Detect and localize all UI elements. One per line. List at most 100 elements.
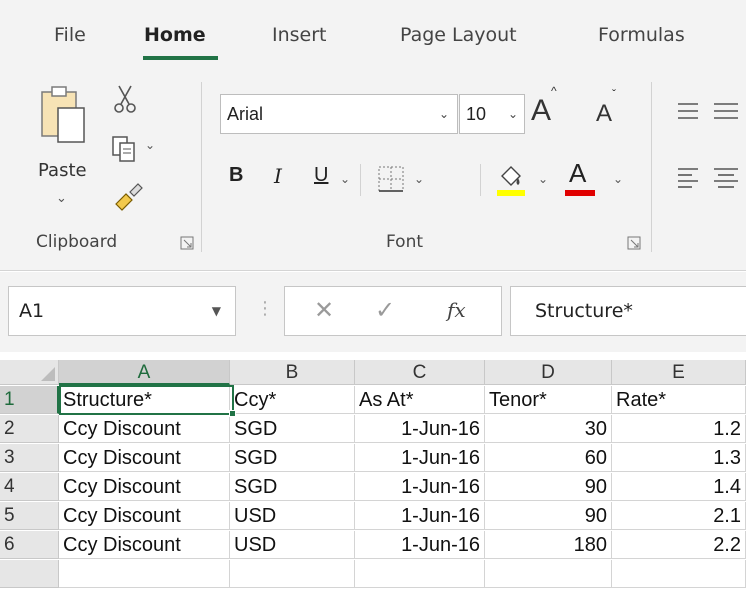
- worksheet-grid: A B C D E 1 Structure* Ccy* As At* Tenor…: [0, 360, 746, 601]
- paste-icon[interactable]: [40, 84, 86, 146]
- font-name-combobox[interactable]: Arial ⌄: [220, 94, 458, 134]
- cell-c3[interactable]: 1-Jun-16: [355, 444, 485, 472]
- tab-home[interactable]: Home: [144, 24, 206, 46]
- cell-e4[interactable]: 1.4: [612, 473, 746, 501]
- cell-d1[interactable]: Tenor*: [485, 386, 612, 414]
- cell-a4[interactable]: Ccy Discount: [59, 473, 230, 501]
- cell-b7[interactable]: [230, 560, 355, 588]
- cell-b3[interactable]: SGD: [230, 444, 355, 472]
- cell-b1[interactable]: Ccy*: [230, 386, 355, 414]
- cell-b5[interactable]: USD: [230, 502, 355, 530]
- cell-a5[interactable]: Ccy Discount: [59, 502, 230, 530]
- cell-a3[interactable]: Ccy Discount: [59, 444, 230, 472]
- column-header-b[interactable]: B: [230, 360, 355, 385]
- cell-e7[interactable]: [612, 560, 746, 588]
- font-size-chevron-icon[interactable]: ⌄: [508, 107, 518, 121]
- cell-c6[interactable]: 1-Jun-16: [355, 531, 485, 559]
- align-middle-icon[interactable]: [712, 100, 742, 124]
- cell-a1[interactable]: Structure*: [59, 386, 230, 414]
- formula-bar-resize-handle-icon[interactable]: ⋮: [256, 298, 274, 319]
- align-top-icon[interactable]: [676, 100, 706, 124]
- cell-c2[interactable]: 1-Jun-16: [355, 415, 485, 443]
- format-painter-icon[interactable]: [112, 178, 146, 212]
- tab-formulas[interactable]: Formulas: [598, 24, 685, 46]
- font-size-combobox[interactable]: 10 ⌄: [459, 94, 525, 134]
- cell-e1[interactable]: Rate*: [612, 386, 746, 414]
- cell-a6[interactable]: Ccy Discount: [59, 531, 230, 559]
- cell-b2[interactable]: SGD: [230, 415, 355, 443]
- cell-d4[interactable]: 90: [485, 473, 612, 501]
- group-separator: [651, 82, 652, 252]
- cell-b4[interactable]: SGD: [230, 473, 355, 501]
- underline-chevron-icon[interactable]: ⌄: [340, 172, 350, 186]
- cell-c7[interactable]: [355, 560, 485, 588]
- cell-e2[interactable]: 1.2: [612, 415, 746, 443]
- cell-d2[interactable]: 30: [485, 415, 612, 443]
- ribbon: File Home Insert Page Layout Formulas Pa…: [0, 0, 746, 271]
- font-name-value: Arial: [227, 104, 264, 124]
- cell-d3[interactable]: 60: [485, 444, 612, 472]
- borders-icon[interactable]: [376, 164, 406, 194]
- insert-function-button[interactable]: fx: [447, 298, 466, 322]
- font-color-button[interactable]: A: [569, 158, 586, 189]
- row-header-6[interactable]: 6: [0, 531, 59, 559]
- cell-d7[interactable]: [485, 560, 612, 588]
- cell-d6[interactable]: 180: [485, 531, 612, 559]
- enter-check-icon[interactable]: ✓: [375, 296, 395, 325]
- column-header-a[interactable]: A: [59, 360, 230, 385]
- fill-color-icon[interactable]: [494, 160, 528, 198]
- column-header-d[interactable]: D: [485, 360, 612, 385]
- name-box[interactable]: A1 ▼: [8, 286, 236, 336]
- cell-b6[interactable]: USD: [230, 531, 355, 559]
- row-header-4[interactable]: 4: [0, 473, 59, 501]
- font-dialog-launcher-icon[interactable]: [627, 236, 641, 250]
- cell-a2[interactable]: Ccy Discount: [59, 415, 230, 443]
- row-header-1[interactable]: 1: [0, 386, 59, 414]
- font-separator: [480, 164, 481, 196]
- row-header-5[interactable]: 5: [0, 502, 59, 530]
- cell-c5[interactable]: 1-Jun-16: [355, 502, 485, 530]
- select-all-corner[interactable]: [0, 360, 59, 385]
- font-name-chevron-icon[interactable]: ⌄: [439, 107, 449, 121]
- font-size-value: 10: [466, 104, 487, 124]
- align-left-icon[interactable]: [676, 166, 706, 190]
- cut-icon[interactable]: [112, 84, 138, 114]
- fill-color-chevron-icon[interactable]: ⌄: [538, 172, 548, 186]
- formula-input[interactable]: Structure*: [510, 286, 746, 336]
- row-header-3[interactable]: 3: [0, 444, 59, 472]
- column-header-c[interactable]: C: [355, 360, 485, 385]
- row-header-2[interactable]: 2: [0, 415, 59, 443]
- bold-button[interactable]: B: [229, 164, 243, 187]
- font-color-chevron-icon[interactable]: ⌄: [613, 172, 623, 186]
- font-separator: [360, 164, 361, 196]
- underline-button[interactable]: U: [314, 164, 328, 187]
- column-header-e[interactable]: E: [612, 360, 746, 385]
- cell-e6[interactable]: 2.2: [612, 531, 746, 559]
- name-box-chevron-icon[interactable]: ▼: [212, 304, 221, 318]
- cell-d5[interactable]: 90: [485, 502, 612, 530]
- tab-page-layout[interactable]: Page Layout: [400, 24, 517, 46]
- name-box-value: A1: [19, 300, 45, 322]
- paste-button[interactable]: Paste: [38, 160, 87, 181]
- row-header-7[interactable]: [0, 560, 59, 588]
- align-center-icon[interactable]: [712, 166, 742, 190]
- cell-a7[interactable]: [59, 560, 230, 588]
- active-tab-indicator: [143, 56, 218, 60]
- font-group-label: Font: [386, 232, 424, 252]
- tab-insert[interactable]: Insert: [272, 24, 327, 46]
- tab-file[interactable]: File: [54, 24, 86, 46]
- paste-dropdown-chevron-icon[interactable]: ⌄: [56, 190, 67, 206]
- increase-font-size-button[interactable]: A^: [531, 84, 557, 128]
- borders-chevron-icon[interactable]: ⌄: [414, 172, 424, 186]
- italic-button[interactable]: I: [274, 164, 282, 188]
- cancel-icon[interactable]: ✕: [314, 296, 334, 325]
- cell-c4[interactable]: 1-Jun-16: [355, 473, 485, 501]
- copy-dropdown-chevron-icon[interactable]: ⌄: [145, 138, 155, 152]
- cell-e5[interactable]: 2.1: [612, 502, 746, 530]
- decrease-font-size-button[interactable]: Aˇ: [596, 87, 616, 128]
- fill-handle[interactable]: [229, 410, 236, 417]
- cell-e3[interactable]: 1.3: [612, 444, 746, 472]
- cell-c1[interactable]: As At*: [355, 386, 485, 414]
- clipboard-dialog-launcher-icon[interactable]: [180, 236, 194, 250]
- copy-icon[interactable]: [110, 134, 140, 164]
